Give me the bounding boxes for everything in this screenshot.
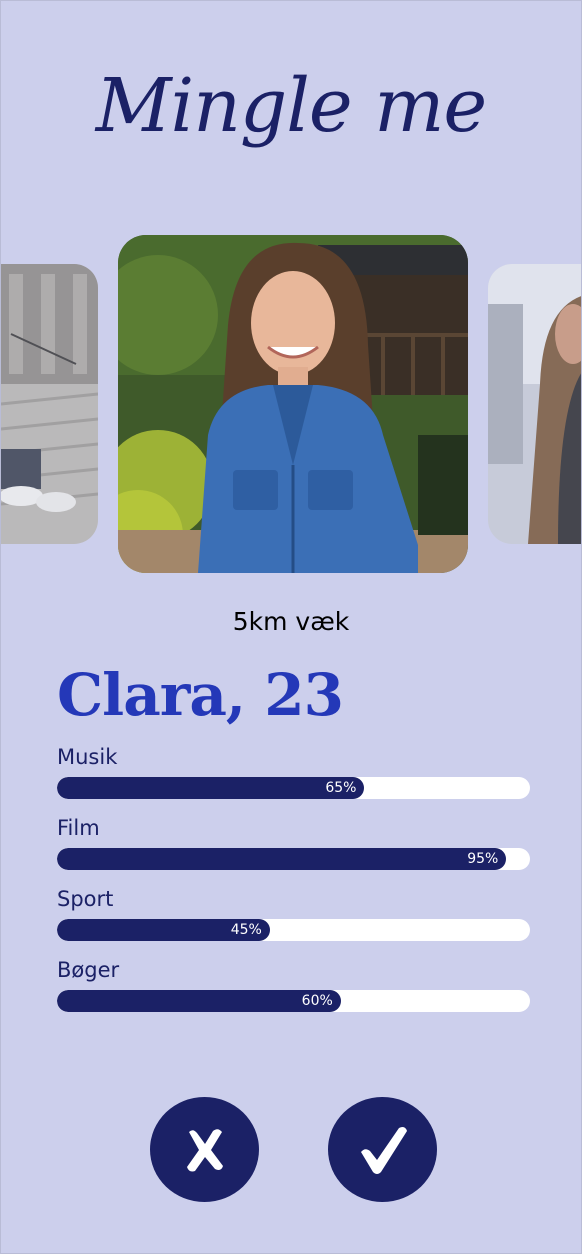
profile-photo[interactable] (118, 235, 468, 573)
accept-button[interactable] (328, 1097, 437, 1202)
interest-bar-fill: 60% (57, 990, 341, 1012)
interest-bar-fill: 65% (57, 777, 365, 799)
interest-percentage: 45% (230, 922, 262, 938)
interest-sport: Sport 45% (57, 885, 530, 956)
interest-bar: 95% (57, 848, 530, 870)
interest-percentage: 65% (325, 780, 357, 796)
close-icon (186, 1128, 223, 1171)
checkmark-icon (360, 1126, 407, 1174)
interest-boger: Bøger 60% (57, 956, 530, 1027)
reject-button[interactable] (150, 1097, 259, 1202)
interest-musik: Musik 65% (57, 743, 530, 814)
interest-label: Bøger (57, 958, 120, 982)
interests-list: Musik 65% Film 95% Sport 45% Bøger 60% (57, 743, 530, 1027)
interest-bar-fill: 95% (57, 848, 507, 870)
distance-label: 5km væk (232, 607, 350, 636)
interest-bar: 60% (57, 990, 530, 1012)
profile-name-age: Clara, 23 (57, 661, 344, 729)
app-logo: Mingle me (95, 63, 487, 149)
interest-percentage: 95% (467, 851, 499, 867)
interest-bar: 45% (57, 919, 530, 941)
interest-bar-fill: 45% (57, 919, 270, 941)
app-screen: Mingle me 5km væk Clara, 23 Musik 65% Fi… (0, 0, 582, 1254)
previous-profile-photo[interactable] (1, 264, 98, 544)
interest-bar: 65% (57, 777, 530, 799)
interest-label: Sport (57, 887, 114, 911)
interest-label: Musik (57, 745, 118, 769)
interest-percentage: 60% (301, 993, 333, 1009)
interest-film: Film 95% (57, 814, 530, 885)
next-profile-photo[interactable] (488, 264, 581, 544)
interest-label: Film (57, 816, 100, 840)
